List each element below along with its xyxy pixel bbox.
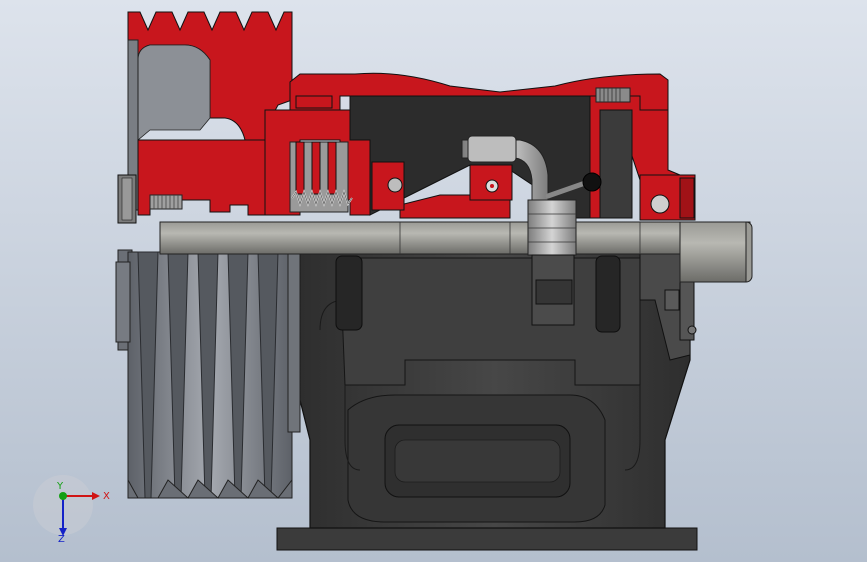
nut-flat [121,177,133,221]
pulley[interactable] [115,249,301,499]
hose-collar [467,135,517,163]
seal-rib-3 [327,141,337,195]
graphics-viewport[interactable]: X Y Z [0,0,867,562]
fitting-nut [535,279,573,305]
cover-bolt-top [595,87,631,103]
left-bore [335,255,363,331]
triad-z-label: Z [58,534,65,545]
shaft-body [159,221,751,255]
lower-housing[interactable] [276,251,698,551]
right-bearing-ball [650,194,670,214]
housing-window-inner [394,439,561,483]
right-bore [595,255,621,333]
thread-lines [153,195,179,209]
fitting-body [527,199,577,256]
pulley-nut [115,261,131,343]
cover-bolt [687,325,697,335]
pulley-inner-face [137,44,211,141]
triad-y-label: Y [56,481,64,492]
shaft-extension [679,221,747,283]
lever-knob-icon [582,172,602,192]
right-bearing-race [679,177,695,219]
right-inner-gray [599,109,633,219]
base-flange [276,527,698,551]
seal-rib-1 [295,141,305,195]
cover-bolt-left [295,95,333,109]
cover-plug [664,289,680,311]
triad-y-axis-icon [59,492,67,500]
triad-x-label: X [103,491,110,502]
model-view[interactable]: X Y Z [0,0,867,562]
small-ball [387,177,403,193]
seal-rib-2 [311,141,321,195]
pulley-right-face [287,251,301,433]
bearing-pin-core [490,184,494,188]
